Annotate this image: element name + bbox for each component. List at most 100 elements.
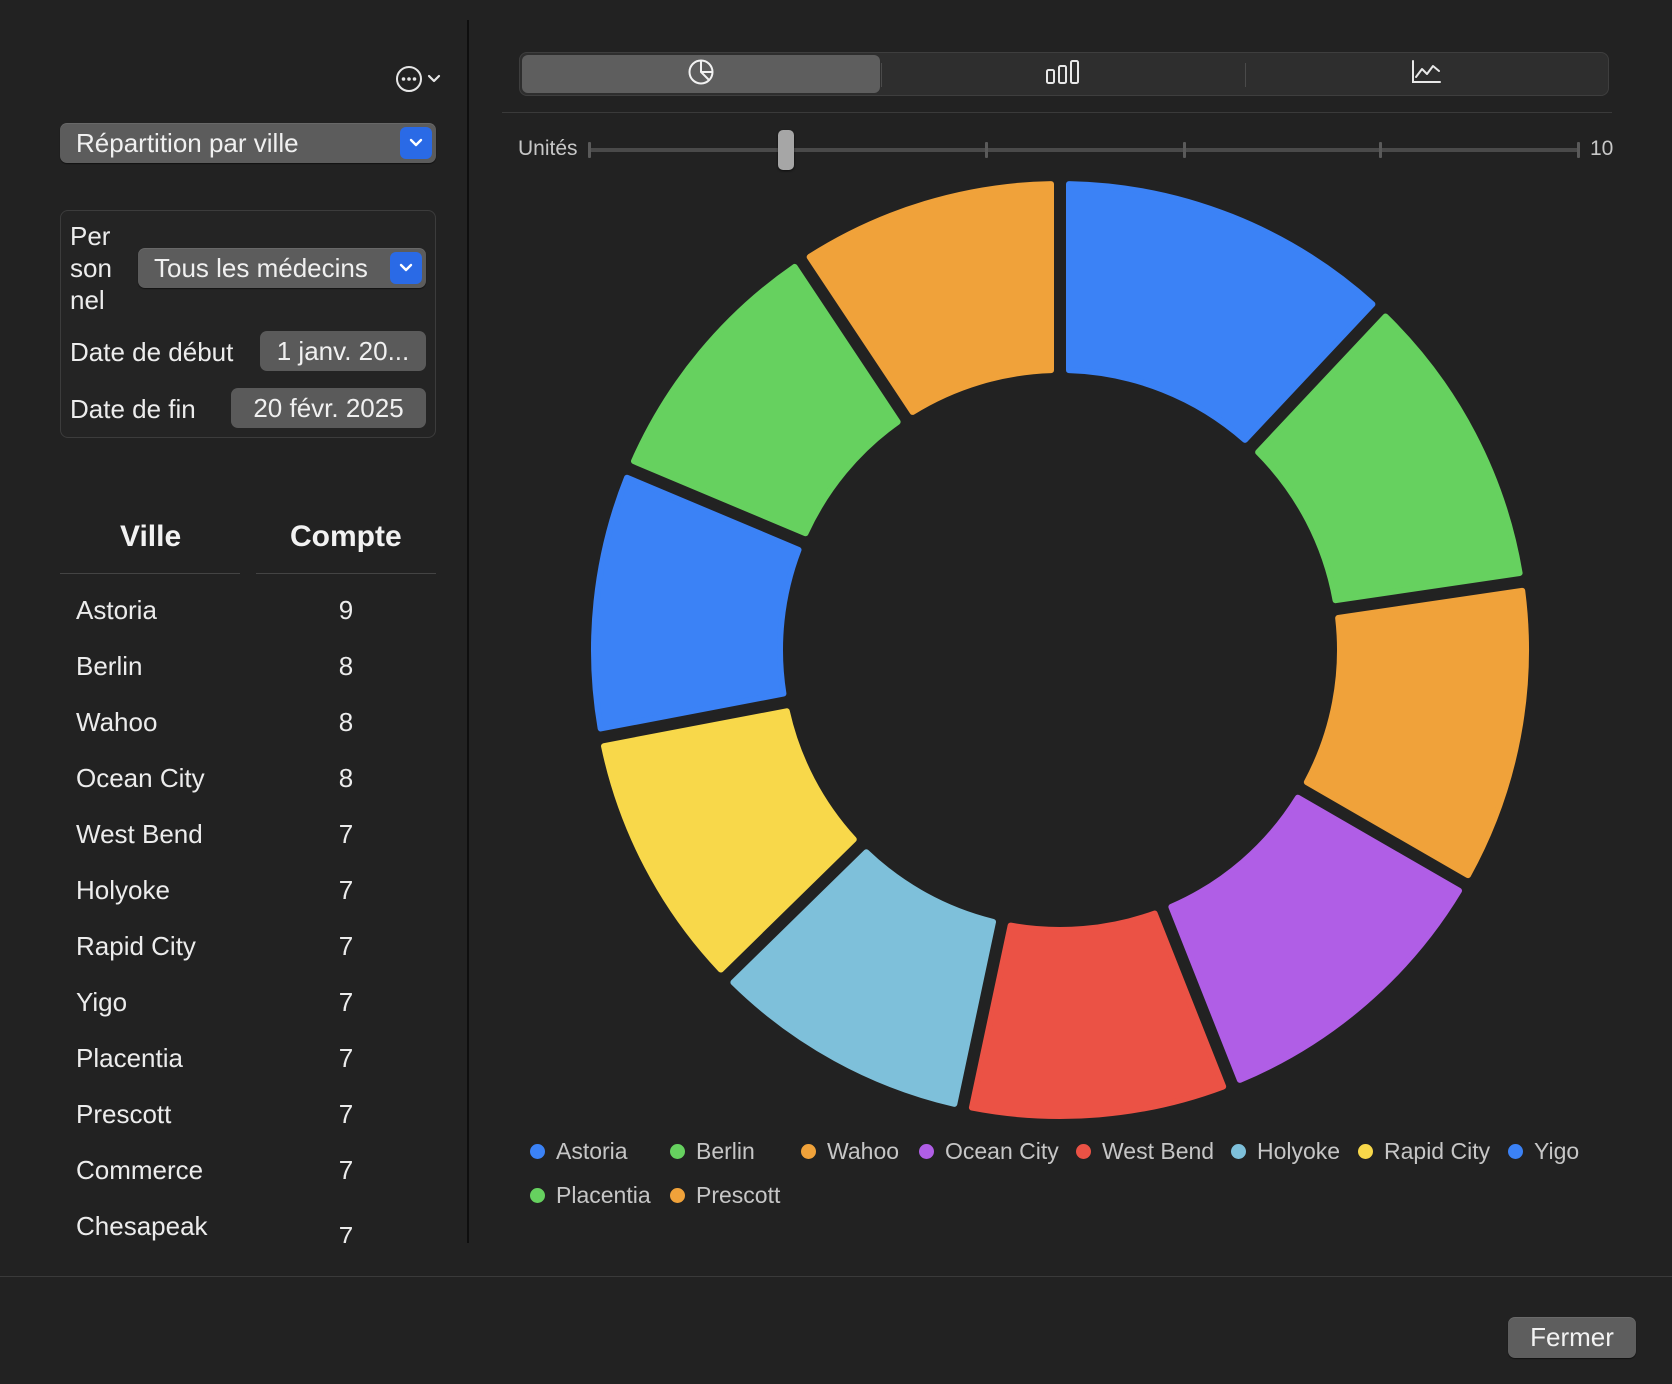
table-row[interactable]: Berlin 8 <box>0 641 467 697</box>
cell-count: 8 <box>338 707 354 737</box>
legend-swatch <box>1508 1144 1523 1159</box>
chevron-down-icon <box>427 74 441 84</box>
tab-pie-chart[interactable] <box>522 55 880 93</box>
chart-type-segmented-control[interactable] <box>519 52 1609 96</box>
cell-count: 7 <box>338 1155 354 1185</box>
table-row[interactable]: Wahoo 8 <box>0 697 467 753</box>
legend-item: Astoria <box>530 1138 628 1165</box>
cell-count: 8 <box>338 651 354 681</box>
legend-label: Prescott <box>696 1182 781 1208</box>
toolbar-divider <box>502 112 1612 113</box>
legend-label: Rapid City <box>1384 1138 1491 1164</box>
city-table[interactable]: Astoria 9 Berlin 8 Wahoo 8 Ocean City 8 West… <box>0 585 467 1243</box>
cell-city: Ocean City <box>76 763 205 793</box>
table-row[interactable]: Commerce 7 <box>0 1145 467 1201</box>
cell-city: Chesapeak <box>76 1211 208 1241</box>
legend-item: Wahoo <box>801 1138 899 1165</box>
legend-swatch <box>670 1144 685 1159</box>
column-header-city[interactable]: Ville <box>120 520 181 554</box>
legend-label: West Bend <box>1102 1138 1215 1164</box>
legend-swatch <box>1076 1144 1091 1159</box>
table-row[interactable]: Placentia 7 <box>0 1033 467 1089</box>
legend-item: Berlin <box>670 1138 755 1165</box>
legend-swatch <box>530 1144 545 1159</box>
slider-tick <box>985 142 988 158</box>
units-slider-knob[interactable] <box>778 130 795 170</box>
sidebar-divider <box>467 20 469 1243</box>
legend-label: Astoria <box>556 1138 628 1164</box>
legend-item: Placentia <box>530 1182 651 1209</box>
cell-city: Astoria <box>76 595 157 625</box>
cell-count: 7 <box>338 931 354 961</box>
report-type-popup[interactable]: Répartition par ville <box>60 123 436 163</box>
cell-city: Placentia <box>76 1043 183 1073</box>
table-row[interactable]: Rapid City 7 <box>0 921 467 977</box>
donut-chart <box>591 181 1529 1119</box>
legend-swatch <box>1358 1144 1373 1159</box>
tab-bar-chart[interactable] <box>882 55 1244 93</box>
cell-count: 7 <box>338 819 354 849</box>
slider-tick <box>1183 142 1186 158</box>
legend-label: Yigo <box>1534 1138 1580 1164</box>
chevron-down-icon <box>390 252 422 284</box>
legend-swatch <box>919 1144 934 1159</box>
units-slider-track[interactable] <box>588 148 1580 152</box>
slider-label: Unités <box>518 137 578 160</box>
cell-count: 8 <box>338 763 354 793</box>
more-menu-button[interactable] <box>395 64 447 94</box>
table-row[interactable]: Yigo 7 <box>0 977 467 1033</box>
report-type-label: Répartition par ville <box>76 127 299 158</box>
footer-divider <box>0 1276 1672 1277</box>
cell-city: West Bend <box>76 819 203 849</box>
legend-item: Ocean City <box>919 1138 1059 1165</box>
table-row[interactable]: Ocean City 8 <box>0 753 467 809</box>
staff-popup[interactable]: Tous les médecins <box>138 248 426 288</box>
header-underline <box>256 573 436 574</box>
slider-tick <box>588 142 591 158</box>
cell-count: 7 <box>338 875 354 905</box>
cell-count: 7 <box>338 987 354 1017</box>
cell-city: Prescott <box>76 1099 172 1129</box>
legend-label: Berlin <box>696 1138 755 1164</box>
table-row[interactable]: Astoria 9 <box>0 585 467 641</box>
slider-tick <box>1379 142 1382 158</box>
pie-chart-icon <box>687 58 715 91</box>
start-date-field[interactable]: 1 janv. 20... <box>260 331 426 371</box>
cell-city: Commerce <box>76 1155 204 1185</box>
end-date-label: Date de fin <box>70 394 196 424</box>
cell-city: Yigo <box>76 987 128 1017</box>
table-row[interactable]: Holyoke 7 <box>0 865 467 921</box>
cell-count: 7 <box>338 1099 354 1129</box>
legend-item: Prescott <box>670 1182 780 1209</box>
legend-label: Placentia <box>556 1182 651 1208</box>
legend-item: Holyoke <box>1231 1138 1340 1165</box>
table-row[interactable]: West Bend 7 <box>0 809 467 865</box>
cell-city: Rapid City <box>76 931 196 961</box>
table-row[interactable]: Prescott 7 <box>0 1089 467 1145</box>
legend-item: Rapid City <box>1358 1138 1490 1165</box>
bar-chart-icon <box>1045 59 1081 90</box>
legend-swatch <box>530 1188 545 1203</box>
legend-label: Ocean City <box>945 1138 1059 1164</box>
legend-swatch <box>670 1188 685 1203</box>
slider-tick <box>1577 142 1580 158</box>
legend-item: Yigo <box>1508 1138 1579 1165</box>
end-date-field[interactable]: 20 févr. 2025 <box>231 388 426 428</box>
legend-label: Wahoo <box>827 1138 900 1164</box>
cell-count: 7 <box>338 1221 354 1243</box>
column-header-count[interactable]: Compte <box>290 520 402 554</box>
legend-swatch <box>801 1144 816 1159</box>
ellipsis-circle-icon <box>395 65 423 93</box>
cell-city: Wahoo <box>76 707 158 737</box>
header-underline <box>60 573 240 574</box>
staff-label: Per son nel <box>70 221 112 315</box>
close-button[interactable]: Fermer <box>1508 1317 1636 1358</box>
staff-value: Tous les médecins <box>154 252 368 283</box>
tab-line-chart[interactable] <box>1246 55 1606 93</box>
legend-label: Holyoke <box>1257 1138 1341 1164</box>
line-chart-icon <box>1410 59 1442 90</box>
table-row[interactable]: Chesapeak 7 <box>0 1201 467 1243</box>
start-date-label: Date de début <box>70 337 234 367</box>
cell-city: Holyoke <box>76 875 170 905</box>
slider-max-label: 10 <box>1590 137 1614 160</box>
